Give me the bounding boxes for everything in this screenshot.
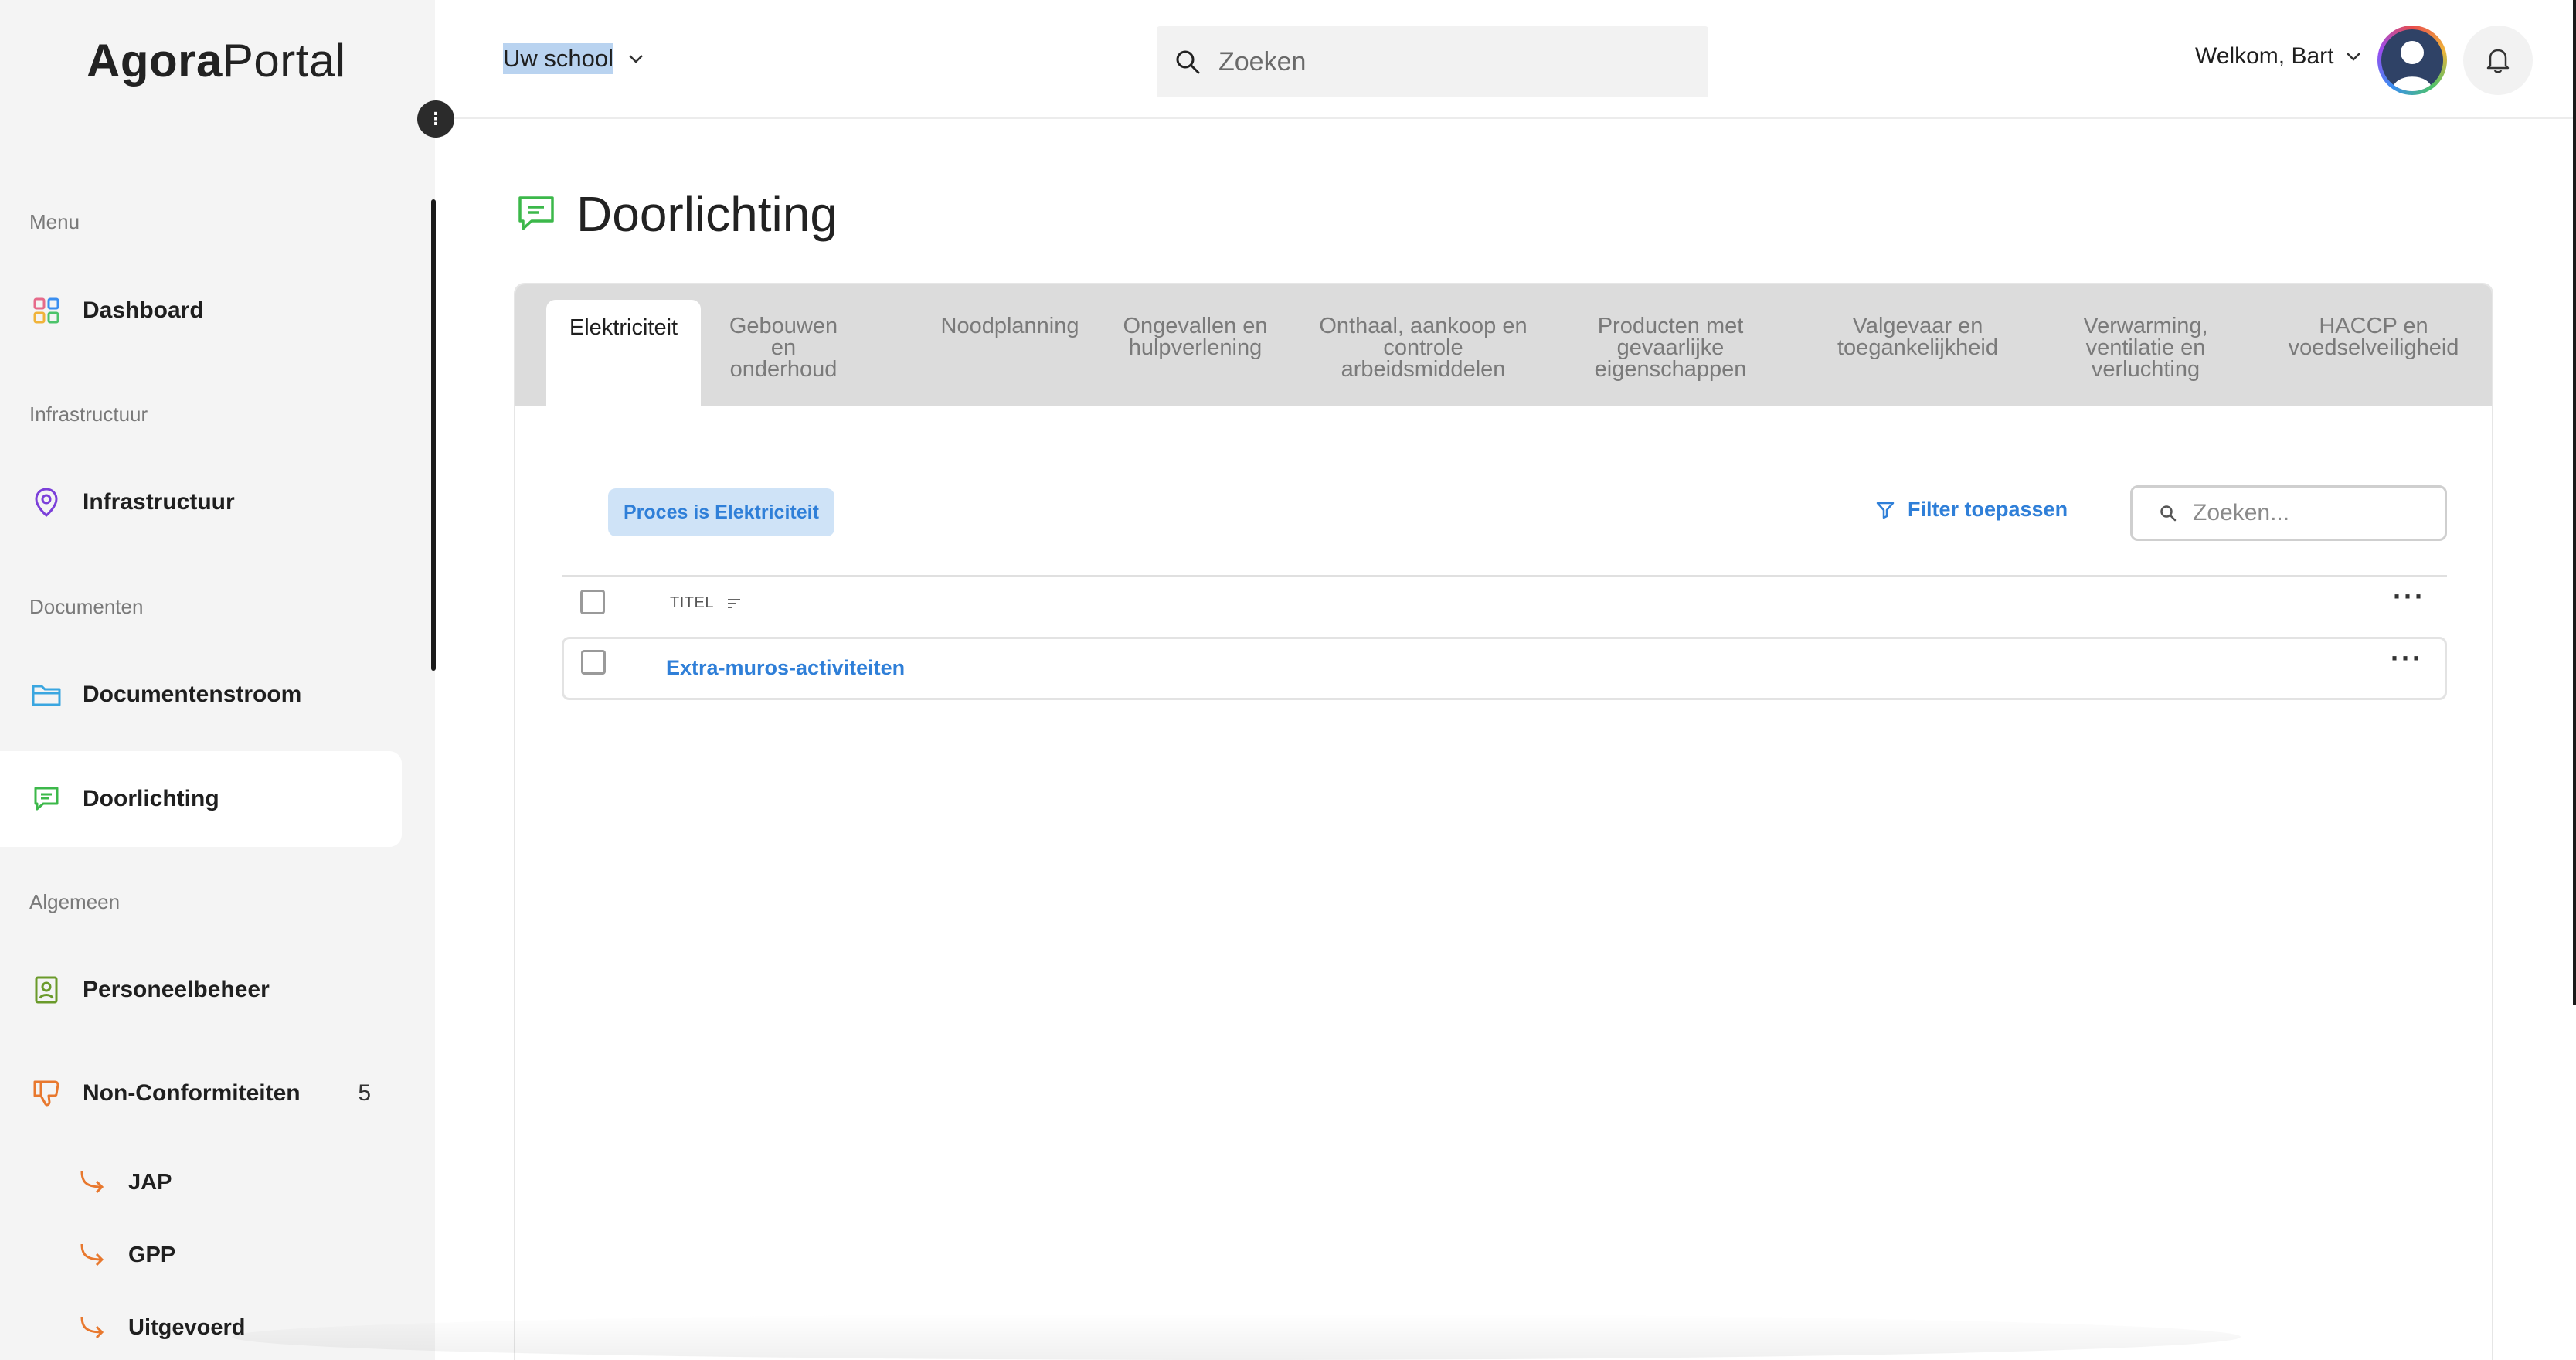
table-header: TITEL ··· (562, 575, 2447, 637)
global-search-placeholder: Zoeken (1218, 46, 1307, 76)
sidebar-item-label: Personeelbeheer (83, 977, 270, 1002)
select-all-checkbox[interactable] (580, 590, 605, 614)
id-badge-icon (31, 974, 62, 1005)
sidebar-item-label: Dashboard (83, 298, 204, 323)
user-silhouette-icon (2392, 41, 2432, 91)
row-more-options-icon[interactable]: ··· (2391, 642, 2423, 675)
doorlichting-card: Elektriciteit Gebouwen en onderhoud Nood… (514, 283, 2493, 1360)
corner-down-right-icon (80, 1171, 104, 1194)
table-search-placeholder: Zoeken... (2193, 500, 2290, 525)
sidebar-subitem-gpp[interactable]: GPP (77, 1232, 175, 1278)
tab-gebouwen-en-onderhoud[interactable]: Gebouwen en onderhoud (718, 315, 849, 381)
table-search-input[interactable]: Zoeken... (2130, 485, 2447, 541)
section-label-menu: Menu (29, 210, 80, 233)
tab-valgevaar-toegankelijkheid[interactable]: Valgevaar en toegankelijkheid (1802, 315, 2034, 359)
tab-onthaal-aankoop-controle[interactable]: Onthaal, aankoop en controle arbeidsmidd… (1311, 315, 1535, 381)
page-scrollbar[interactable] (2573, 0, 2576, 1005)
sidebar-item-doorlichting[interactable]: Doorlichting (0, 751, 402, 847)
chevron-down-icon (2346, 53, 2360, 61)
column-header-titel[interactable]: TITEL (670, 594, 742, 612)
message-square-icon (518, 196, 554, 230)
chevron-down-icon (629, 55, 643, 63)
corner-down-right-icon (80, 1243, 104, 1266)
sidebar-item-label: Documentenstroom (83, 682, 302, 707)
section-label-infrastructuur: Infrastructuur (29, 403, 148, 426)
sidebar-item-label: Infrastructuur (83, 489, 235, 515)
corner-down-right-icon (80, 1316, 104, 1339)
sidebar-subitem-uitgevoerd[interactable]: Uitgevoerd (77, 1304, 245, 1351)
search-icon (1176, 50, 1200, 74)
user-menu[interactable]: Welkom, Bart (2195, 43, 2362, 70)
sidebar: AgoraPortal Menu Dashboard Infrastructuu… (0, 0, 436, 1360)
user-avatar[interactable] (2377, 26, 2447, 95)
sidebar-subitem-jap[interactable]: JAP (77, 1159, 172, 1205)
filter-funnel-icon (1876, 502, 1895, 518)
location-pin-icon (31, 487, 62, 518)
top-header: Uw school Zoeken Welkom, Bart (435, 0, 2576, 119)
section-label-algemeen: Algemeen (29, 890, 121, 913)
school-selector[interactable]: Uw school (503, 43, 644, 74)
sidebar-item-non-conformiteiten[interactable]: Non-Conformiteiten 5 (0, 1046, 402, 1141)
process-tabs: Elektriciteit Gebouwen en onderhoud Nood… (515, 284, 2492, 408)
bell-icon (2486, 49, 2510, 73)
sort-icon (727, 598, 740, 608)
header-more-options-icon[interactable]: ··· (2393, 580, 2425, 613)
tab-elektriciteit[interactable]: Elektriciteit (546, 300, 701, 408)
row-title-link[interactable]: Extra-muros-activiteiten (666, 656, 905, 680)
tab-haccp-voedselveiligheid[interactable]: HACCP en voedselveiligheid (2258, 315, 2489, 359)
active-filter-chip[interactable]: Proces is Elektriciteit (608, 488, 834, 536)
sidebar-item-label: Doorlichting (83, 786, 219, 811)
sidebar-item-personeelbeheer[interactable]: Personeelbeheer (0, 942, 402, 1038)
page-title-text: Doorlichting (576, 186, 838, 242)
welcome-text: Welkom, Bart (2195, 43, 2334, 69)
sidebar-item-infrastructuur[interactable]: Infrastructuur (0, 454, 402, 550)
thumbs-down-icon (31, 1078, 62, 1109)
tab-producten-gevaarlijke-eigenschappen[interactable]: Producten met gevaarlijke eigenschappen (1574, 315, 1767, 381)
folder-icon (31, 679, 62, 710)
row-checkbox[interactable] (581, 650, 606, 675)
sidebar-item-label: Non-Conformiteiten (83, 1080, 301, 1106)
table-row[interactable]: Extra-muros-activiteiten ··· (562, 637, 2447, 700)
search-icon (2160, 505, 2177, 522)
tab-noodplanning[interactable]: Noodplanning (902, 315, 1118, 338)
page-title: Doorlichting (516, 185, 838, 243)
tab-ongevallen-en-hulpverlening[interactable]: Ongevallen en hulpverlening (1103, 315, 1288, 359)
app-logo[interactable]: AgoraPortal (87, 34, 346, 87)
bottom-shadow (232, 1314, 2241, 1360)
sidebar-item-dashboard[interactable]: Dashboard (0, 263, 402, 359)
non-conformiteiten-count-badge: 5 (358, 1080, 371, 1106)
sidebar-collapse-button[interactable]: ⋮ (417, 100, 454, 138)
notifications-button[interactable] (2463, 26, 2533, 95)
global-search-input[interactable]: Zoeken (1157, 26, 1708, 97)
tab-verwarming-ventilatie-verluchting[interactable]: Verwarming, ventilatie en verluchting (2053, 315, 2238, 381)
filter-apply-label: Filter toepassen (1908, 498, 2068, 521)
sidebar-scrollbar[interactable] (431, 199, 436, 671)
school-selector-label: Uw school (503, 43, 613, 74)
dashboard-grid-icon (31, 295, 62, 326)
message-square-icon (31, 784, 62, 814)
sidebar-item-documentenstroom[interactable]: Documentenstroom (0, 647, 402, 743)
filter-apply-button[interactable]: Filter toepassen (1875, 498, 2068, 522)
section-label-documenten: Documenten (29, 595, 144, 618)
